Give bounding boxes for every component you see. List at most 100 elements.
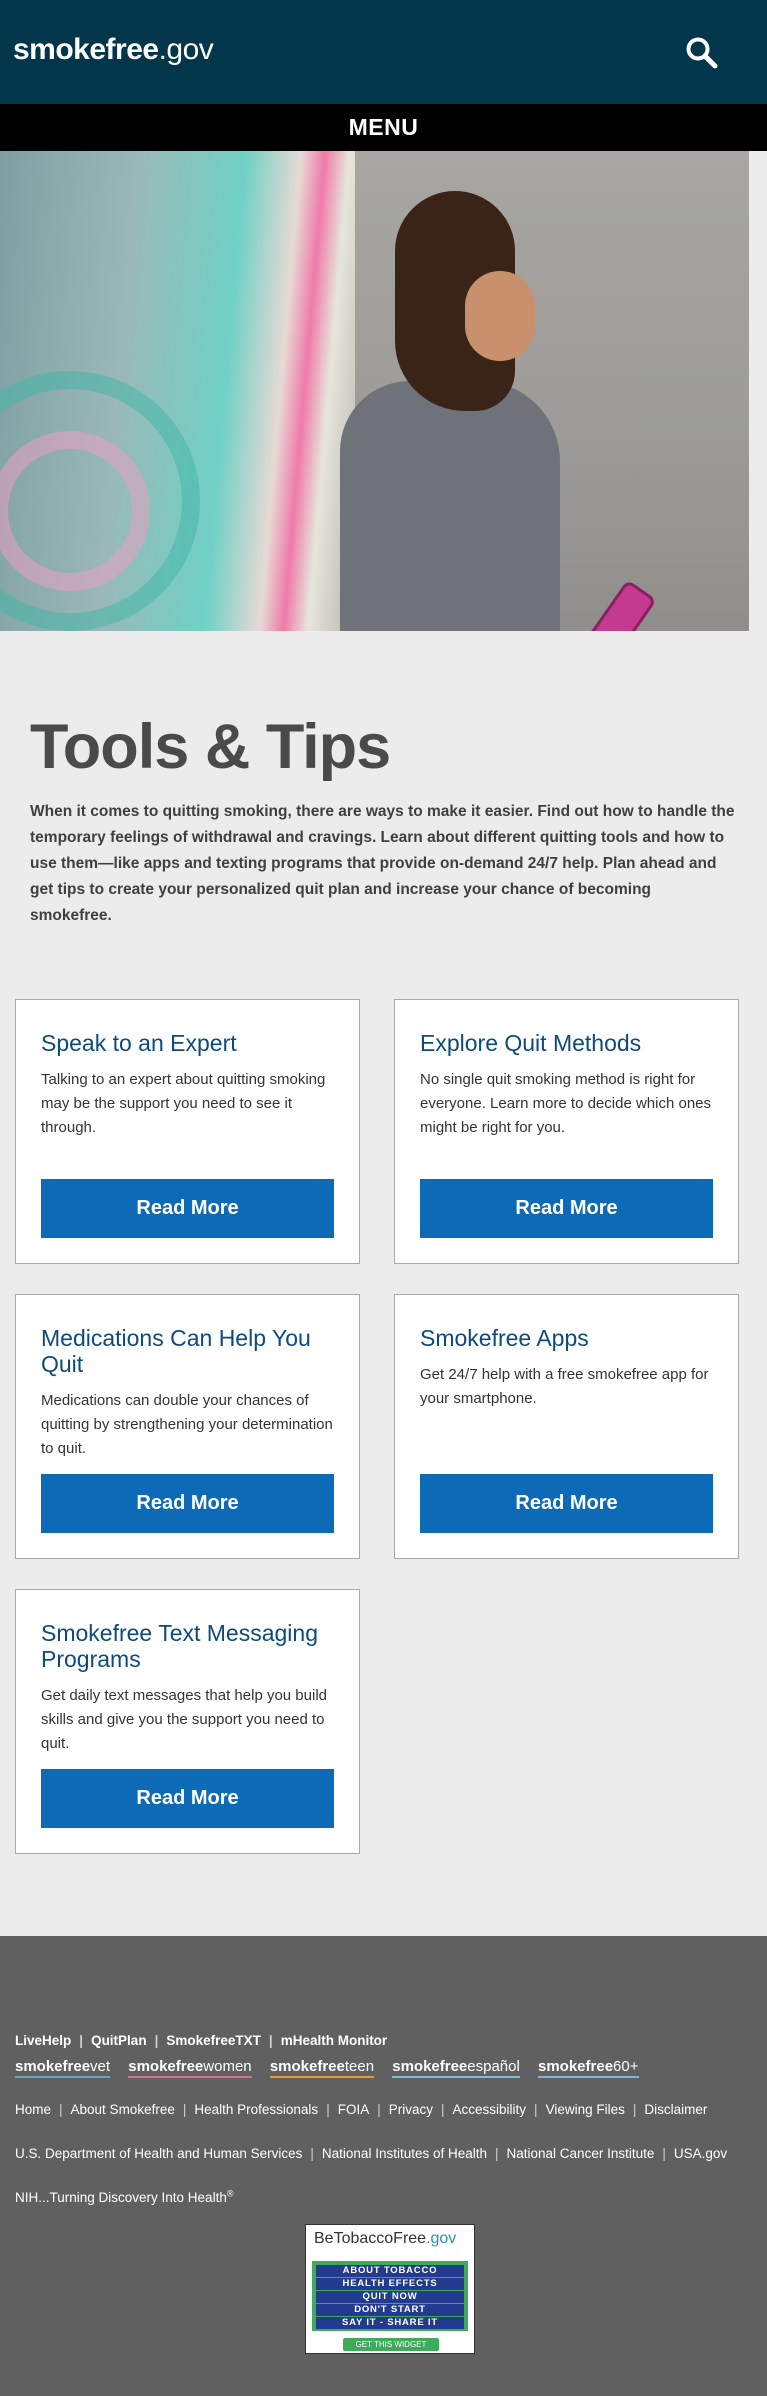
search-icon (686, 37, 718, 69)
separator: | (534, 2102, 538, 2117)
nih-tagline-link[interactable]: NIH...Turning Discovery Into Health® (15, 2188, 234, 2205)
menu-label: MENU (348, 114, 419, 140)
card-grid: Speak to an Expert Talking to an expert … (0, 929, 767, 1854)
get-widget-button[interactable]: GET THIS WIDGET (343, 2338, 439, 2351)
brand-link-vet[interactable]: smokefreevet (15, 2058, 111, 2078)
registered-mark: ® (226, 2188, 234, 2198)
person-face (465, 271, 535, 361)
logo-text-gov: .gov (158, 33, 214, 66)
footer-link-smokefreetxt[interactable]: SmokefreeTXT (166, 2033, 261, 2048)
footer-link-nci[interactable]: National Cancer Institute (507, 2146, 655, 2161)
widget-item-about-tobacco[interactable]: ABOUT TOBACCO (316, 2265, 464, 2277)
intro-section: Tools & Tips When it comes to quitting s… (0, 631, 767, 929)
brand-suffix: teen (344, 2058, 375, 2075)
widget-title: BeTobaccoFree.gov (306, 2225, 474, 2255)
brand-bold: smokefree (128, 2058, 204, 2075)
phone-image (585, 579, 657, 631)
separator: | (182, 2102, 187, 2117)
footer-link-health-professionals[interactable]: Health Professionals (194, 2102, 318, 2117)
brand-link-teen[interactable]: smokefreeteen (269, 2058, 375, 2078)
brand-suffix: 60+ (613, 2058, 639, 2075)
logo-text-bold: smokefree (13, 33, 159, 66)
footer-link-home[interactable]: Home (15, 2102, 51, 2117)
separator: | (326, 2102, 330, 2117)
separator: | (268, 2033, 273, 2048)
hero-image (0, 151, 749, 631)
card-text: Talking to an expert about quitting smok… (41, 1071, 326, 1136)
card-text: Get daily text messages that help you bu… (41, 1687, 327, 1752)
separator: | (377, 2102, 381, 2117)
brand-bold: smokefree (392, 2058, 468, 2075)
separator: | (495, 2146, 499, 2161)
read-more-button[interactable]: Read More (420, 1474, 713, 1533)
menu-toggle[interactable]: MENU (0, 104, 767, 151)
separator: | (441, 2102, 445, 2117)
card-title[interactable]: Smokefree Text Messaging Programs (41, 1620, 334, 1672)
card-text: No single quit smoking method is right f… (420, 1071, 712, 1136)
card-title[interactable]: Smokefree Apps (420, 1325, 713, 1351)
page-title: Tools & Tips (30, 712, 391, 782)
footer-link-foia[interactable]: FOIA (338, 2102, 370, 2117)
footer-link-accessibility[interactable]: Accessibility (453, 2102, 527, 2117)
footer-link-mhealth-monitor[interactable]: mHealth Monitor (281, 2033, 388, 2048)
footer-link-disclaimer[interactable]: Disclaimer (644, 2102, 707, 2117)
card-text: Get 24/7 help with a free smokefree app … (420, 1366, 709, 1407)
separator: | (662, 2146, 666, 2161)
site-header: smokefree.gov (0, 0, 767, 104)
card-text: Medications can double your chances of q… (41, 1392, 333, 1457)
footer-link-hhs[interactable]: U.S. Department of Health and Human Serv… (15, 2146, 302, 2161)
betobaccofree-widget[interactable]: BeTobaccoFree.gov ABOUT TOBACCO HEALTH E… (305, 2224, 475, 2354)
widget-title-main: BeTobaccoFree (314, 2230, 427, 2247)
brand-link-espanol[interactable]: smokefreeespañol (392, 2058, 520, 2078)
widget-title-suffix: .gov (426, 2230, 457, 2247)
widget-menu: ABOUT TOBACCO HEALTH EFFECTS QUIT NOW DO… (312, 2261, 468, 2331)
separator: | (310, 2146, 314, 2161)
read-more-button[interactable]: Read More (41, 1474, 334, 1533)
footer-brand-links: smokefreevet smokefreewomen smokefreetee… (15, 2058, 653, 2078)
footer-link-privacy[interactable]: Privacy (389, 2102, 433, 2117)
footer-quick-links: LiveHelp | QuitPlan | SmokefreeTXT | mHealth M… (15, 2033, 387, 2048)
separator: | (79, 2033, 84, 2048)
separator: | (59, 2102, 63, 2117)
search-button[interactable] (685, 36, 719, 70)
widget-item-dont-start[interactable]: DON'T START (316, 2304, 464, 2316)
footer-link-nih[interactable]: National Institutes of Health (322, 2146, 487, 2161)
brand-link-women[interactable]: smokefreewomen (128, 2058, 252, 2078)
brand-bold: smokefree (15, 2058, 91, 2075)
card-medications: Medications Can Help You Quit Medication… (15, 1294, 360, 1559)
read-more-button[interactable]: Read More (41, 1179, 334, 1238)
brand-suffix: vet (90, 2058, 111, 2075)
footer-site-links: Home | About Smokefree | Health Professional… (15, 2102, 707, 2117)
intro-text: When it comes to quitting smoking, there… (30, 803, 735, 924)
separator: | (632, 2102, 637, 2117)
card-text-messaging: Smokefree Text Messaging Programs Get da… (15, 1589, 360, 1854)
brand-suffix: women (203, 2058, 252, 2075)
footer-tagline: NIH...Turning Discovery Into Health® (15, 2188, 233, 2205)
card-title[interactable]: Medications Can Help You Quit (41, 1325, 334, 1377)
card-smokefree-apps: Smokefree Apps Get 24/7 help with a free… (394, 1294, 739, 1559)
brand-bold: smokefree (269, 2058, 345, 2075)
footer-gov-links: U.S. Department of Health and Human Serv… (15, 2146, 727, 2161)
card-explore-quit-methods: Explore Quit Methods No single quit smok… (394, 999, 739, 1264)
footer-link-quitplan[interactable]: QuitPlan (91, 2033, 147, 2048)
card-title[interactable]: Speak to an Expert (41, 1030, 334, 1056)
footer-link-usagov[interactable]: USA.gov (674, 2146, 727, 2161)
widget-item-say-it-share-it[interactable]: SAY IT - SHARE IT (316, 2317, 464, 2329)
brand-link-60plus[interactable]: smokefree60+ (538, 2058, 639, 2078)
brand-bold: smokefree (538, 2058, 614, 2075)
card-title[interactable]: Explore Quit Methods (420, 1030, 713, 1056)
site-logo[interactable]: smokefree.gov (13, 33, 214, 67)
read-more-button[interactable]: Read More (41, 1769, 334, 1828)
read-more-button[interactable]: Read More (420, 1179, 713, 1238)
widget-item-health-effects[interactable]: HEALTH EFFECTS (316, 2278, 464, 2290)
footer-link-livehelp[interactable]: LiveHelp (15, 2033, 71, 2048)
footer-link-about[interactable]: About Smokefree (71, 2102, 175, 2117)
separator: | (154, 2033, 159, 2048)
widget-item-quit-now[interactable]: QUIT NOW (316, 2291, 464, 2303)
brand-suffix: español (467, 2058, 520, 2075)
person-body (340, 381, 560, 631)
tagline-text: NIH...Turning Discovery Into Health (15, 2189, 227, 2205)
card-speak-to-expert: Speak to an Expert Talking to an expert … (15, 999, 360, 1264)
site-footer: LiveHelp | QuitPlan | SmokefreeTXT | mHealth M… (0, 1936, 767, 2396)
footer-link-viewing-files[interactable]: Viewing Files (546, 2102, 625, 2117)
